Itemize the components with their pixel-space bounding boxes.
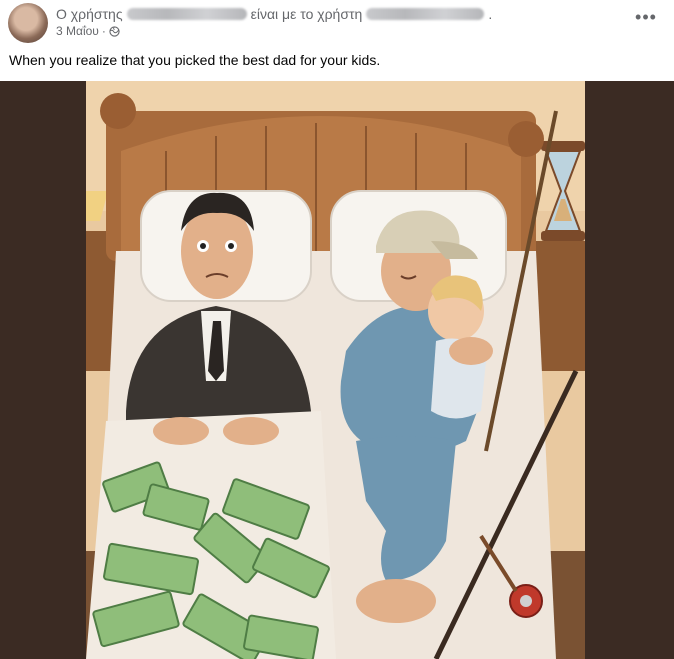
meta-separator: · xyxy=(101,24,106,38)
globe-icon xyxy=(109,25,120,37)
more-options-button[interactable]: ••• xyxy=(632,8,660,30)
author-prefix: Ο χρήστης xyxy=(56,6,123,22)
post-date[interactable]: 3 Μαΐου xyxy=(56,24,99,38)
avatar[interactable] xyxy=(8,3,48,43)
post-author-line: Ο χρήστης είναι με το χρήστη . xyxy=(56,4,492,24)
post-image[interactable] xyxy=(0,81,674,659)
post-meta: 3 Μαΐου · xyxy=(56,24,120,38)
with-text: είναι με το χρήστη xyxy=(250,6,363,22)
image-right-padding xyxy=(585,81,674,659)
header-suffix: . xyxy=(488,6,493,22)
cartoon-bed-illustration xyxy=(86,81,585,659)
post-header: Ο χρήστης είναι με το χρήστη . 3 Μαΐου ·… xyxy=(0,0,674,46)
post-text: When you realize that you picked the bes… xyxy=(9,52,381,68)
blurred-author-name[interactable] xyxy=(126,8,247,20)
image-left-padding xyxy=(0,81,86,659)
blurred-tagged-name[interactable] xyxy=(366,8,485,20)
